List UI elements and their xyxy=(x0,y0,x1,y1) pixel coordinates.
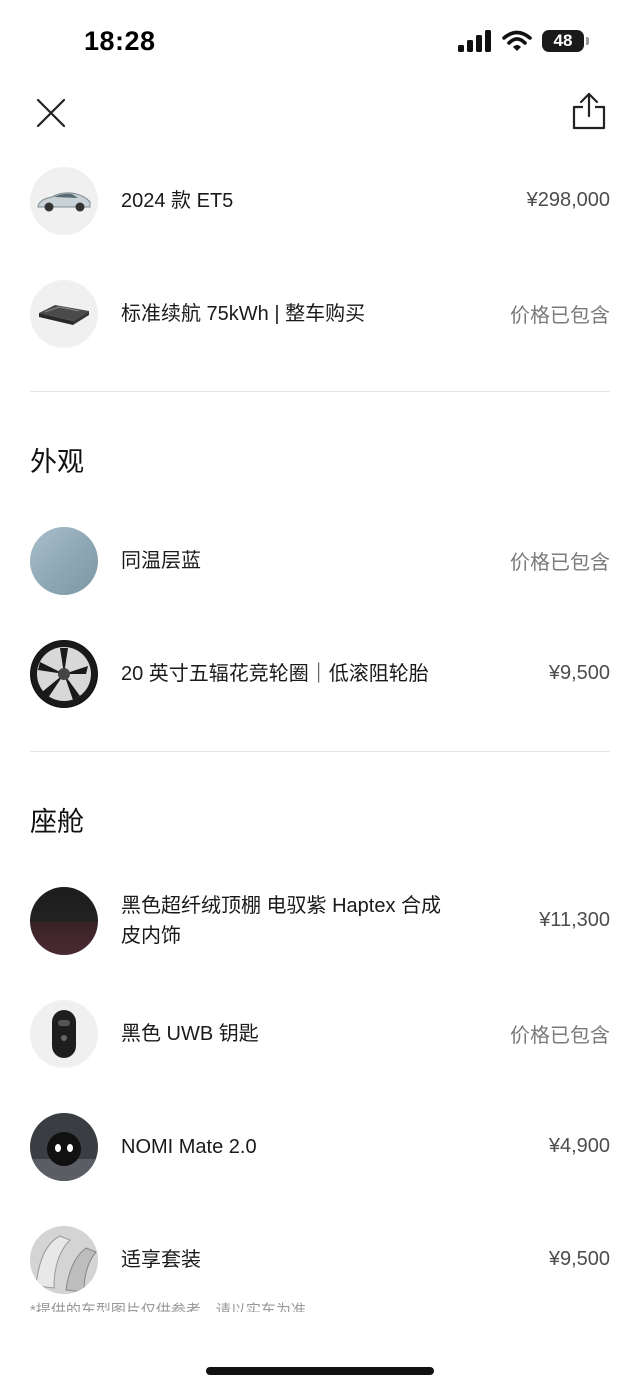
status-icons: 48 xyxy=(458,30,589,52)
disclaimer-text: *提供的车型图片仅供参考，请以实车为准 xyxy=(30,1302,306,1312)
key-fob-icon xyxy=(52,1009,76,1058)
nomi-icon xyxy=(30,1131,98,1181)
list-item-battery[interactable]: 标准续航 75kWh | 整车购买 价格已包含 xyxy=(0,257,640,370)
battery-level: 48 xyxy=(553,31,573,50)
seat-thumbnail xyxy=(30,1225,98,1294)
interior-option-name: 黑色超纤绒顶棚 电驭紫 Haptex 合成皮内饰 xyxy=(121,894,442,947)
comfort-package-name: 适享套装 xyxy=(121,1248,201,1271)
cellular-signal-icon xyxy=(458,30,491,52)
list-item-paint[interactable]: 同温层蓝 价格已包含 xyxy=(0,504,640,617)
list-item-interior[interactable]: 黑色超纤绒顶棚 电驭紫 Haptex 合成皮内饰 ¥11,300 xyxy=(0,864,640,977)
close-icon xyxy=(36,98,66,128)
comfort-package-price: ¥9,500 xyxy=(548,1248,610,1270)
wheel-icon xyxy=(31,640,97,707)
home-indicator[interactable] xyxy=(206,1367,434,1375)
share-icon xyxy=(572,92,606,130)
nomi-option-price: ¥4,900 xyxy=(548,1135,610,1157)
wifi-icon xyxy=(502,30,532,51)
wheel-option-name: 20 英寸五辐花竞轮圈｜低滚阻轮胎 xyxy=(121,662,429,685)
nomi-thumbnail xyxy=(30,1112,98,1181)
list-item-key[interactable]: 黑色 UWB 钥匙 价格已包含 xyxy=(0,977,640,1090)
list-item-nomi[interactable]: NOMI Mate 2.0 ¥4,900 xyxy=(0,1090,640,1203)
list-item-wheels[interactable]: 20 英寸五辐花竞轮圈｜低滚阻轮胎 ¥9,500 xyxy=(0,617,640,730)
key-option-price: 价格已包含 xyxy=(510,1025,610,1047)
interior-swatch xyxy=(30,886,98,955)
battery-pack-thumbnail xyxy=(30,279,98,348)
battery-pack-icon xyxy=(39,304,89,325)
battery-option-name: 标准续航 75kWh | 整车购买 xyxy=(121,302,366,325)
wheel-option-price: ¥9,500 xyxy=(548,662,610,684)
key-option-name: 黑色 UWB 钥匙 xyxy=(121,1022,259,1045)
model-name: 2024 款 ET5 xyxy=(121,189,234,212)
battery-cap xyxy=(586,37,589,45)
model-price: ¥298,000 xyxy=(526,189,610,211)
paint-name: 同温层蓝 xyxy=(121,549,201,572)
battery-icon: 48 xyxy=(542,30,589,52)
battery-option-price: 价格已包含 xyxy=(510,305,610,327)
car-icon xyxy=(37,191,91,211)
status-time: 18:28 xyxy=(84,26,156,56)
key-fob-thumbnail xyxy=(30,999,98,1068)
paint-price: 价格已包含 xyxy=(510,552,610,574)
seat-icon xyxy=(30,1225,98,1294)
wheel-thumbnail xyxy=(30,639,98,708)
list-item-model[interactable]: 2024 款 ET5 ¥298,000 xyxy=(0,144,640,257)
share-button[interactable] xyxy=(568,88,610,134)
order-summary: 2024 款 ET5 ¥298,000 标准续航 75kWh | 整车购买 价格… xyxy=(0,160,640,1316)
top-bar xyxy=(0,86,640,142)
status-bar: 18:28 48 xyxy=(0,0,640,86)
nomi-option-name: NOMI Mate 2.0 xyxy=(121,1135,257,1158)
close-button[interactable] xyxy=(30,92,72,134)
paint-color-swatch xyxy=(30,526,98,595)
car-thumbnail xyxy=(30,166,98,235)
interior-option-price: ¥11,300 xyxy=(539,909,610,931)
